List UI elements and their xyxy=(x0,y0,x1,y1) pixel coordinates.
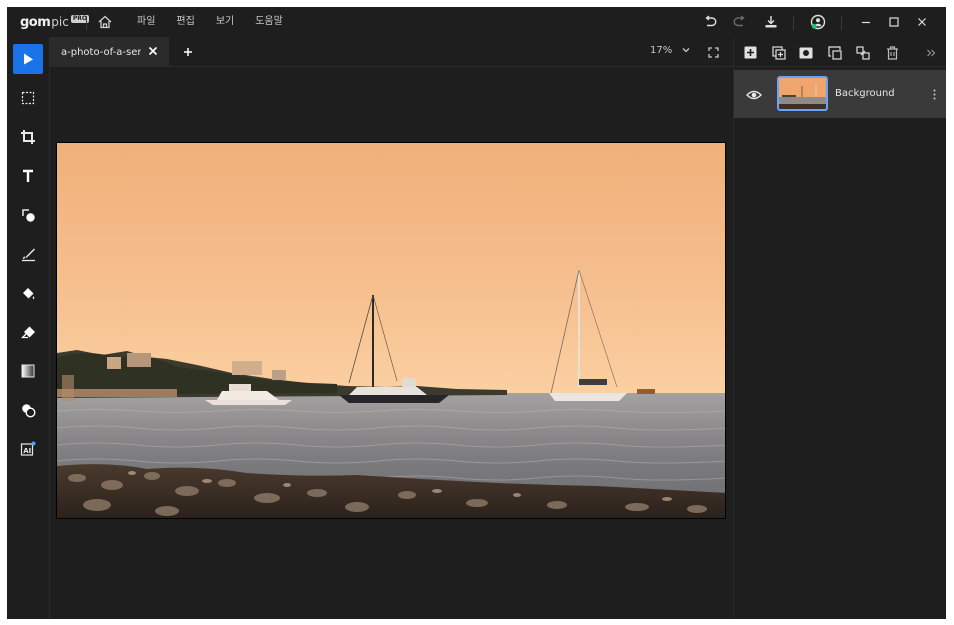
add-layer-button[interactable] xyxy=(743,45,758,60)
delete-layer-icon xyxy=(887,45,898,60)
logo-main: gom xyxy=(20,14,51,30)
plus-icon xyxy=(184,48,192,56)
blend-tool[interactable] xyxy=(13,395,43,425)
account-button[interactable] xyxy=(810,14,826,30)
layer-row-background[interactable]: Background xyxy=(734,70,946,118)
canvas-image[interactable] xyxy=(56,142,726,519)
crop-icon xyxy=(21,130,35,144)
new-tab-button[interactable] xyxy=(181,45,195,59)
crop-tool[interactable] xyxy=(13,122,43,152)
shape-icon xyxy=(21,208,35,222)
app-window: gom pic PRO 파일 편집 보기 도움말 AI a-photo-of-a… xyxy=(7,7,946,619)
visibility-toggle[interactable] xyxy=(746,87,762,101)
tools-sidebar: AI xyxy=(7,37,50,619)
cursor-arrow-icon xyxy=(24,53,33,65)
app-logo: gom pic PRO xyxy=(20,14,89,30)
document-tab[interactable]: a-photo-of-a-ser... xyxy=(50,37,169,67)
home-icon xyxy=(98,15,112,29)
mask-button[interactable] xyxy=(798,45,813,60)
close-tab-button[interactable] xyxy=(146,44,160,58)
blend-circles-icon xyxy=(21,403,36,418)
menu-file[interactable]: 파일 xyxy=(137,15,155,29)
undo-icon xyxy=(705,15,717,27)
maximize-button[interactable] xyxy=(886,14,902,30)
brush-tool[interactable] xyxy=(13,239,43,269)
close-icon xyxy=(918,18,926,26)
maximize-icon xyxy=(889,17,899,27)
account-icon xyxy=(810,14,826,30)
minimize-icon xyxy=(862,21,870,24)
redo-icon xyxy=(733,15,745,27)
layer-name: Background xyxy=(835,88,895,99)
brush-icon xyxy=(21,248,35,261)
document-tab-label: a-photo-of-a-ser... xyxy=(61,46,141,58)
gradient-icon xyxy=(21,364,35,378)
text-icon xyxy=(23,169,33,182)
divider xyxy=(841,16,842,30)
logo-sub: pic xyxy=(51,15,69,29)
redo-button[interactable] xyxy=(732,14,748,30)
download-icon xyxy=(765,16,777,28)
paint-bucket-icon xyxy=(22,287,34,299)
import-layer-icon xyxy=(827,45,842,60)
layer-options-button[interactable] xyxy=(930,86,938,102)
link-layer-button[interactable] xyxy=(855,45,870,60)
menu-help[interactable]: 도움말 xyxy=(255,15,283,29)
divider xyxy=(86,16,87,30)
import-layer-button[interactable] xyxy=(827,45,842,60)
undo-button[interactable] xyxy=(702,14,718,30)
eraser-tool[interactable] xyxy=(13,317,43,347)
collapse-panel-icon xyxy=(926,49,935,56)
eye-icon xyxy=(746,90,762,100)
home-button[interactable] xyxy=(95,13,115,31)
photo-sailboats-at-sunset xyxy=(57,143,725,518)
duplicate-layer-icon xyxy=(771,45,786,60)
menu-edit[interactable]: 편집 xyxy=(176,15,194,29)
delete-layer-button[interactable] xyxy=(885,45,900,60)
shape-tool[interactable] xyxy=(13,200,43,230)
more-vertical-icon xyxy=(933,89,935,99)
duplicate-layer-button[interactable] xyxy=(771,45,786,60)
fill-tool[interactable] xyxy=(13,278,43,308)
title-bar: gom pic PRO 파일 편집 보기 도움말 xyxy=(7,7,946,37)
fit-screen-icon xyxy=(707,46,719,58)
fit-screen-button[interactable] xyxy=(706,45,720,59)
layers-toolbar xyxy=(734,37,946,67)
minimize-button[interactable] xyxy=(858,14,874,30)
main-menu: 파일 편집 보기 도움말 xyxy=(137,15,304,29)
canvas-area[interactable] xyxy=(50,68,733,619)
layer-thumbnail xyxy=(777,76,828,111)
svg-text:AI: AI xyxy=(23,447,31,455)
text-tool[interactable] xyxy=(13,161,43,191)
ai-tool[interactable]: AI xyxy=(13,434,43,464)
add-layer-icon xyxy=(744,46,757,59)
divider xyxy=(793,16,794,30)
close-icon xyxy=(148,46,158,56)
chevron-down-icon xyxy=(682,45,690,56)
document-tab-bar: a-photo-of-a-ser... 17% xyxy=(50,37,733,67)
collapse-panel-button[interactable] xyxy=(923,45,938,60)
gradient-tool[interactable] xyxy=(13,356,43,386)
mask-icon xyxy=(799,47,812,58)
close-button[interactable] xyxy=(914,14,930,30)
menu-view[interactable]: 보기 xyxy=(216,15,234,29)
download-button[interactable] xyxy=(763,14,779,30)
link-layer-icon xyxy=(855,45,870,60)
zoom-value: 17% xyxy=(650,45,673,56)
marquee-tool[interactable] xyxy=(13,83,43,113)
marquee-icon xyxy=(21,91,35,105)
ai-icon: AI xyxy=(20,441,36,456)
eraser-icon xyxy=(20,326,35,338)
layers-panel: Background xyxy=(733,37,946,619)
select-tool[interactable] xyxy=(13,44,43,74)
zoom-dropdown[interactable]: 17% xyxy=(650,45,690,56)
